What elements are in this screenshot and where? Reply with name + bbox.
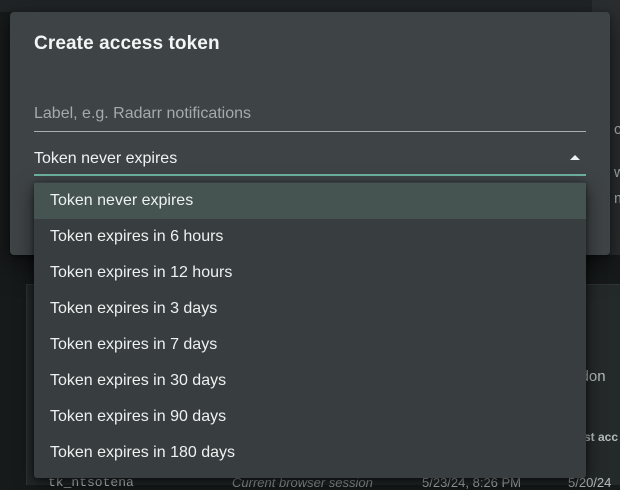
expiry-option-3-days[interactable]: Token expires in 3 days (34, 291, 586, 327)
label-input[interactable] (34, 100, 586, 128)
background-text-fragment: m (614, 190, 620, 207)
expiry-option-30-days[interactable]: Token expires in 30 days (34, 363, 586, 399)
background-column-header-last-access: st acc (584, 430, 619, 444)
caret-up-icon (570, 155, 580, 160)
expiry-select-value: Token never expires (34, 150, 178, 167)
app-top-bar (0, 0, 620, 12)
background-text-fragment: w (614, 164, 620, 181)
expiry-select[interactable]: Token never expires (34, 148, 586, 176)
expiry-option-7-days[interactable]: Token expires in 7 days (34, 327, 586, 363)
expiry-option-90-days[interactable]: Token expires in 90 days (34, 399, 586, 435)
expiry-option-180-days[interactable]: Token expires in 180 days (34, 435, 586, 471)
expiry-option-6-hours[interactable]: Token expires in 6 hours (34, 219, 586, 255)
label-field (34, 100, 586, 132)
expiry-dropdown-menu: Token never expires Token expires in 6 h… (34, 182, 586, 478)
background-text-fragment: c (614, 121, 620, 138)
expiry-option-never[interactable]: Token never expires (34, 183, 586, 219)
dialog-title: Create access token (34, 33, 220, 54)
expiry-option-12-hours[interactable]: Token expires in 12 hours (34, 255, 586, 291)
